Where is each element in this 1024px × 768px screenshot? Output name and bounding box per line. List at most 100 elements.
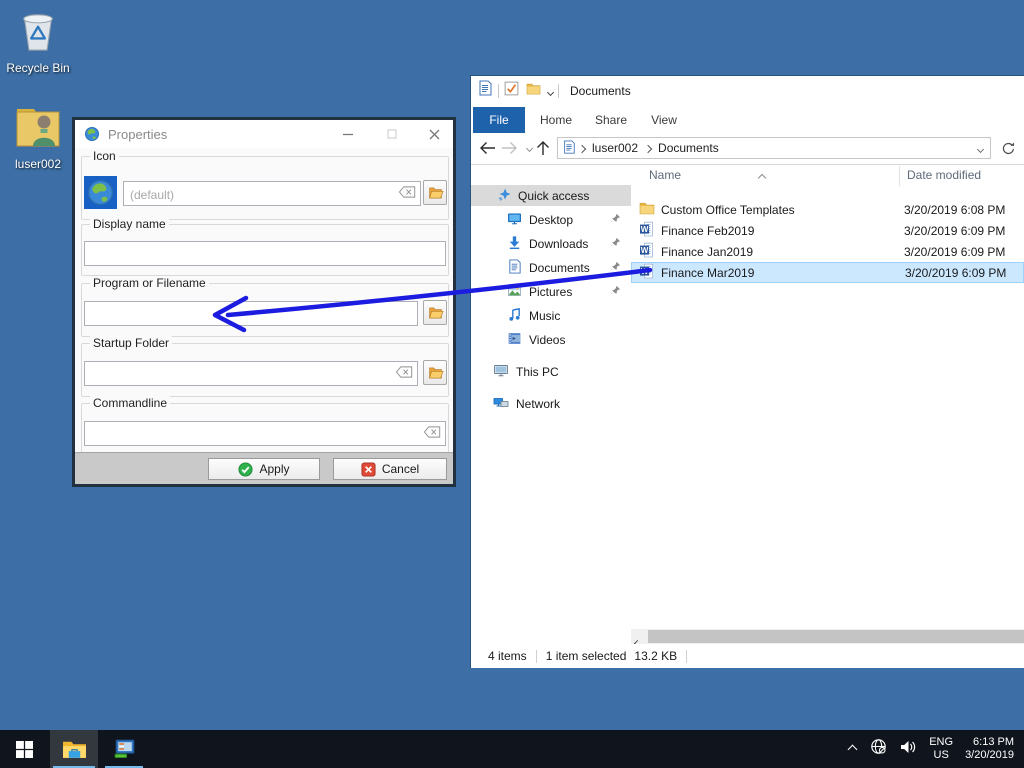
forward-arrow-icon[interactable] — [499, 138, 519, 158]
nav-videos[interactable]: Videos — [471, 329, 631, 350]
address-dropdown-icon[interactable] — [978, 141, 983, 155]
cancel-x-icon — [361, 462, 376, 477]
language-indicator[interactable]: ENG US — [929, 736, 953, 762]
desktop-icon-recycle-bin[interactable]: Recycle Bin — [6, 8, 70, 75]
desktop: Recycle Bin luser002 — [0, 0, 1024, 768]
program-field — [84, 301, 418, 326]
icon-path-input[interactable] — [128, 182, 402, 207]
close-button[interactable] — [425, 126, 443, 142]
speaker-icon[interactable] — [899, 739, 917, 760]
status-item-count: 4 items — [488, 649, 527, 663]
startup-field — [84, 361, 418, 386]
program-browse-button[interactable] — [423, 300, 447, 325]
apply-check-icon — [238, 462, 253, 477]
taskbar: ENG US 6:13 PM 3/20/2019 — [0, 730, 1024, 768]
taskbar-file-explorer-button[interactable] — [50, 730, 98, 768]
pictures-icon — [507, 283, 522, 301]
separator — [498, 84, 499, 98]
pin-icon — [610, 261, 621, 275]
nav-music[interactable]: Music — [471, 305, 631, 326]
recycle-bin-icon — [20, 41, 56, 58]
column-divider[interactable] — [899, 166, 900, 186]
program-input[interactable] — [89, 302, 399, 327]
nav-pictures[interactable]: Pictures — [471, 281, 631, 302]
minimize-button[interactable] — [339, 126, 357, 142]
dialog-title: Properties — [108, 127, 167, 142]
pin-icon — [610, 213, 621, 227]
icon-path-field — [123, 181, 421, 206]
clock[interactable]: 6:13 PM 3/20/2019 — [965, 736, 1014, 762]
column-header-date-modified[interactable]: Date modified — [907, 168, 981, 182]
nav-downloads[interactable]: Downloads — [471, 233, 631, 254]
properties-dialog: Properties Icon Display name — [72, 117, 456, 487]
videos-icon — [507, 331, 522, 349]
display-name-label: Display name — [90, 217, 169, 231]
icon-preview-button[interactable] — [84, 176, 117, 209]
commandline-input[interactable] — [89, 422, 427, 447]
qat-customize-icon[interactable] — [548, 82, 553, 100]
network-globe-icon[interactable] — [870, 738, 887, 760]
startup-label: Startup Folder — [90, 336, 172, 350]
display-name-input[interactable] — [89, 242, 427, 267]
tab-view[interactable]: View — [641, 107, 687, 133]
separator — [536, 650, 537, 663]
tab-home[interactable]: Home — [533, 107, 579, 133]
system-tray: ENG US 6:13 PM 3/20/2019 — [849, 730, 1024, 768]
clear-input-icon[interactable] — [398, 185, 416, 203]
pin-icon — [610, 237, 621, 251]
desktop-icon-label: Recycle Bin — [6, 61, 70, 75]
word-doc-icon — [639, 221, 655, 240]
back-arrow-icon[interactable] — [477, 138, 497, 158]
tab-share[interactable]: Share — [587, 107, 635, 133]
nav-desktop[interactable]: Desktop — [471, 209, 631, 230]
music-icon — [507, 307, 522, 325]
tray-chevron-up-icon[interactable] — [849, 740, 856, 758]
scrollbar-thumb[interactable] — [648, 630, 1024, 643]
dialog-button-bar: Apply Cancel — [75, 452, 453, 484]
horizontal-scrollbar[interactable] — [631, 629, 1024, 644]
file-row-finance-jan2019[interactable]: Finance Jan2019 3/20/2019 6:09 PM — [631, 241, 1023, 262]
nav-network[interactable]: Network — [471, 393, 631, 414]
icon-group-label: Icon — [90, 149, 119, 163]
apply-button[interactable]: Apply — [208, 458, 320, 480]
nav-this-pc[interactable]: This PC — [471, 361, 631, 382]
clear-input-icon[interactable] — [423, 425, 441, 443]
qat-properties-icon[interactable] — [504, 81, 519, 101]
qat-new-folder-icon[interactable] — [526, 81, 541, 101]
startup-input[interactable] — [89, 362, 399, 387]
refresh-icon[interactable] — [998, 138, 1018, 158]
file-row-finance-feb2019[interactable]: Finance Feb2019 3/20/2019 6:09 PM — [631, 220, 1023, 241]
breadcrumb-documents[interactable]: Documents — [658, 141, 719, 155]
open-folder-icon — [427, 306, 444, 320]
program-label: Program or Filename — [90, 276, 209, 290]
documents-icon — [507, 259, 522, 277]
location-icon — [562, 140, 576, 157]
breadcrumb-luser002[interactable]: luser002 — [592, 141, 638, 155]
start-button[interactable] — [0, 730, 48, 768]
taskbar-app-button[interactable] — [102, 730, 146, 768]
commandline-field — [84, 421, 446, 446]
tab-file[interactable]: File — [473, 107, 525, 133]
icon-browse-button[interactable] — [423, 180, 447, 205]
address-bar-row: luser002 Documents — [471, 133, 1024, 165]
address-bar[interactable]: luser002 Documents — [557, 137, 991, 159]
explorer-titlebar[interactable]: Documents — [471, 76, 1024, 105]
cancel-button[interactable]: Cancel — [333, 458, 447, 480]
column-header-name[interactable]: Name — [649, 168, 681, 182]
breadcrumb-separator-icon — [579, 141, 585, 155]
open-folder-icon — [427, 366, 444, 380]
nav-documents[interactable]: Documents — [471, 257, 631, 278]
status-selection: 1 item selected — [546, 649, 627, 663]
maximize-button[interactable] — [383, 126, 401, 142]
clear-input-icon[interactable] — [395, 365, 413, 383]
explorer-window-title: Documents — [570, 84, 631, 98]
file-row-custom-office-templates[interactable]: Custom Office Templates 3/20/2019 6:08 P… — [631, 199, 1023, 220]
globe-icon — [86, 178, 115, 207]
nav-quick-access[interactable]: Quick access — [471, 185, 631, 206]
file-row-finance-mar2019-selected[interactable]: Finance Mar2019 3/20/2019 6:09 PM — [631, 262, 1024, 283]
up-arrow-icon[interactable] — [533, 138, 553, 158]
desktop-icon-luser002[interactable]: luser002 — [6, 104, 70, 171]
downloads-icon — [507, 235, 522, 253]
this-pc-icon — [493, 362, 509, 381]
startup-browse-button[interactable] — [423, 360, 447, 385]
